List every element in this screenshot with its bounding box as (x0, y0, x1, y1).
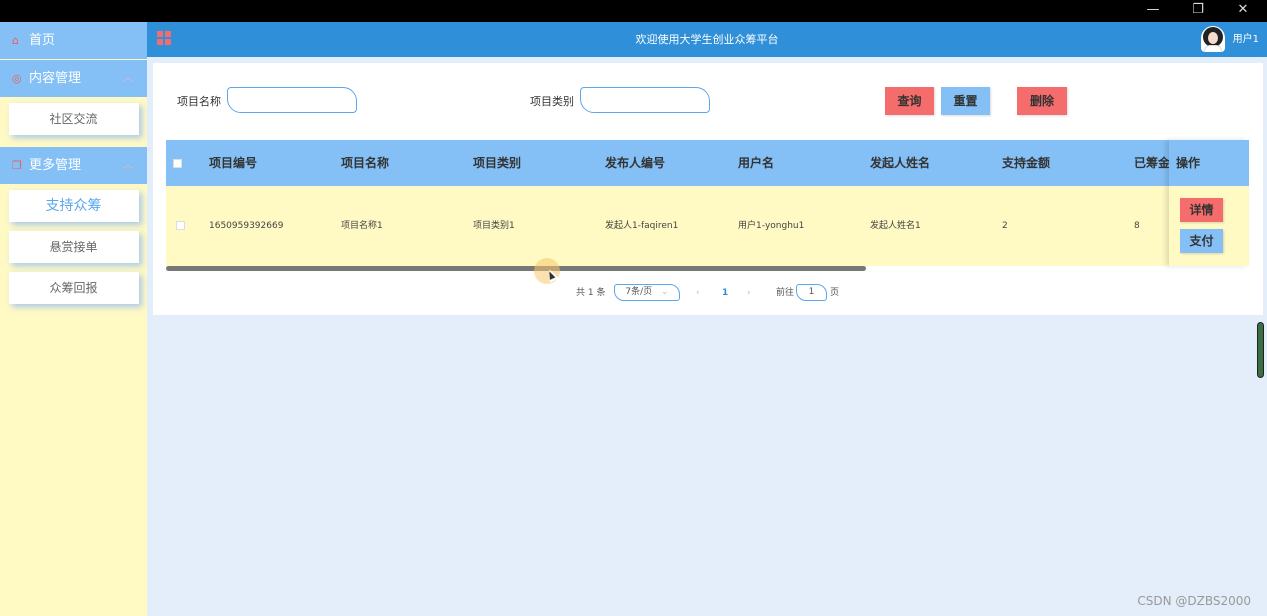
main-panel: 项目名称 项目类别 查询 重置 删除 项目编号 项目名称 项目类别 发布人编号 … (153, 63, 1263, 315)
total-prefix: 共 (576, 288, 586, 298)
current-page[interactable]: 1 (722, 285, 728, 301)
table-cell: 项目名称1 (341, 221, 383, 231)
column-header[interactable]: 用户名 (738, 140, 774, 186)
column-header[interactable]: 项目名称 (341, 140, 389, 186)
table-cell: 用户1-yonghu1 (738, 221, 805, 231)
operations-cell: 详情 支付 (1169, 186, 1249, 266)
table-cell: 1650959392669 (209, 221, 284, 231)
data-table: 项目编号 项目名称 项目类别 发布人编号 用户名 发起人姓名 支持金额 已筹金额… (166, 140, 1169, 266)
table-cell: 发起人姓名1 (870, 221, 921, 231)
row-checkbox[interactable] (176, 221, 185, 230)
sidebar: ⌂ 首页 ◎ 内容管理 ︿ 社区交流 ❐ 更多管理 ︿ 支持众筹 悬赏接单 众筹回报 (0, 22, 147, 616)
avatar[interactable] (1201, 26, 1225, 52)
project-type-input[interactable] (580, 87, 710, 113)
restore-icon[interactable]: ❐ (1176, 0, 1220, 22)
project-type-label: 项目类别 (530, 95, 574, 108)
horizontal-scrollbar[interactable] (166, 266, 866, 271)
sidebar-item-crowdfunding-rewards[interactable]: 众筹回报 (8, 272, 139, 304)
sidebar-item-community[interactable]: 社区交流 (8, 103, 139, 135)
page-size-value: 7条/页 (625, 287, 653, 297)
page-size-select[interactable]: 7条/页 ⌄ (614, 284, 680, 301)
chevron-down-icon: ⌄ (661, 287, 669, 297)
reset-button[interactable]: 重置 (941, 87, 990, 115)
project-name-input[interactable] (227, 87, 357, 113)
user-name[interactable]: 用户1 (1233, 22, 1259, 57)
column-header[interactable]: 支持金额 (1002, 140, 1050, 186)
goto-page-input[interactable]: 1 (796, 284, 827, 301)
column-header[interactable]: 已筹金额 (1134, 140, 1169, 186)
detail-button[interactable]: 详情 (1180, 198, 1223, 222)
chevron-up-icon: ︿ (123, 160, 133, 171)
total-suffix: 条 (596, 288, 606, 298)
column-header[interactable]: 发布人编号 (605, 140, 665, 186)
table-header: 项目编号 项目名称 项目类别 发布人编号 用户名 发起人姓名 支持金额 已筹金额 (166, 140, 1169, 186)
prev-page-button[interactable]: ‹ (696, 285, 700, 301)
minimize-icon[interactable]: — (1131, 0, 1175, 22)
table-cell: 项目类别1 (473, 221, 515, 231)
table-row: 1650959392669 项目名称1 项目类别1 发起人1-faqiren1 … (166, 186, 1169, 266)
table-cell: 2 (1002, 221, 1008, 231)
query-button[interactable]: 查询 (885, 87, 934, 115)
operations-column: 操作 详情 支付 (1169, 140, 1249, 266)
copy-icon: ❐ (12, 159, 22, 172)
top-header: 欢迎使用大学生创业众筹平台 用户1 (147, 22, 1267, 57)
home-icon: ⌂ (12, 34, 19, 47)
operations-header: 操作 (1169, 140, 1249, 186)
delete-button[interactable]: 删除 (1017, 87, 1067, 115)
sidebar-group-content[interactable]: ◎ 内容管理 ︿ (0, 60, 147, 97)
window-titlebar: — ❐ ✕ (0, 0, 1267, 22)
select-all-checkbox[interactable] (173, 159, 182, 168)
watermark: CSDN @DZBS2000 (1137, 594, 1251, 608)
sidebar-group-label: 更多管理 (29, 158, 82, 173)
page-title: 欢迎使用大学生创业众筹平台 (635, 33, 779, 46)
goto-label: 前往 (776, 288, 795, 298)
pagination-total: 共 1 条 (576, 285, 606, 301)
table-cell: 发起人1-faqiren1 (605, 221, 679, 231)
vertical-scrollbar[interactable] (1257, 322, 1264, 378)
page-suffix: 页 (830, 288, 840, 298)
chevron-up-icon: ︿ (123, 73, 133, 84)
sidebar-item-support-crowdfunding[interactable]: 支持众筹 (8, 190, 139, 222)
close-icon[interactable]: ✕ (1221, 0, 1265, 22)
column-header[interactable]: 项目类别 (473, 140, 521, 186)
sidebar-group-more[interactable]: ❐ 更多管理 ︿ (0, 147, 147, 184)
table-cell: 8 (1134, 221, 1140, 231)
pay-button[interactable]: 支付 (1180, 229, 1223, 253)
sidebar-item-bounty-orders[interactable]: 悬赏接单 (8, 231, 139, 263)
sidebar-item-home[interactable]: ⌂ 首页 (0, 22, 147, 59)
content-icon: ◎ (12, 72, 22, 85)
column-header[interactable]: 项目编号 (209, 140, 257, 186)
column-header[interactable]: 发起人姓名 (870, 140, 930, 186)
project-name-label: 项目名称 (177, 95, 221, 108)
next-page-button[interactable]: › (747, 285, 751, 301)
sidebar-item-label: 首页 (29, 33, 56, 48)
total-count: 1 (587, 288, 594, 298)
sidebar-group-label: 内容管理 (29, 71, 82, 86)
